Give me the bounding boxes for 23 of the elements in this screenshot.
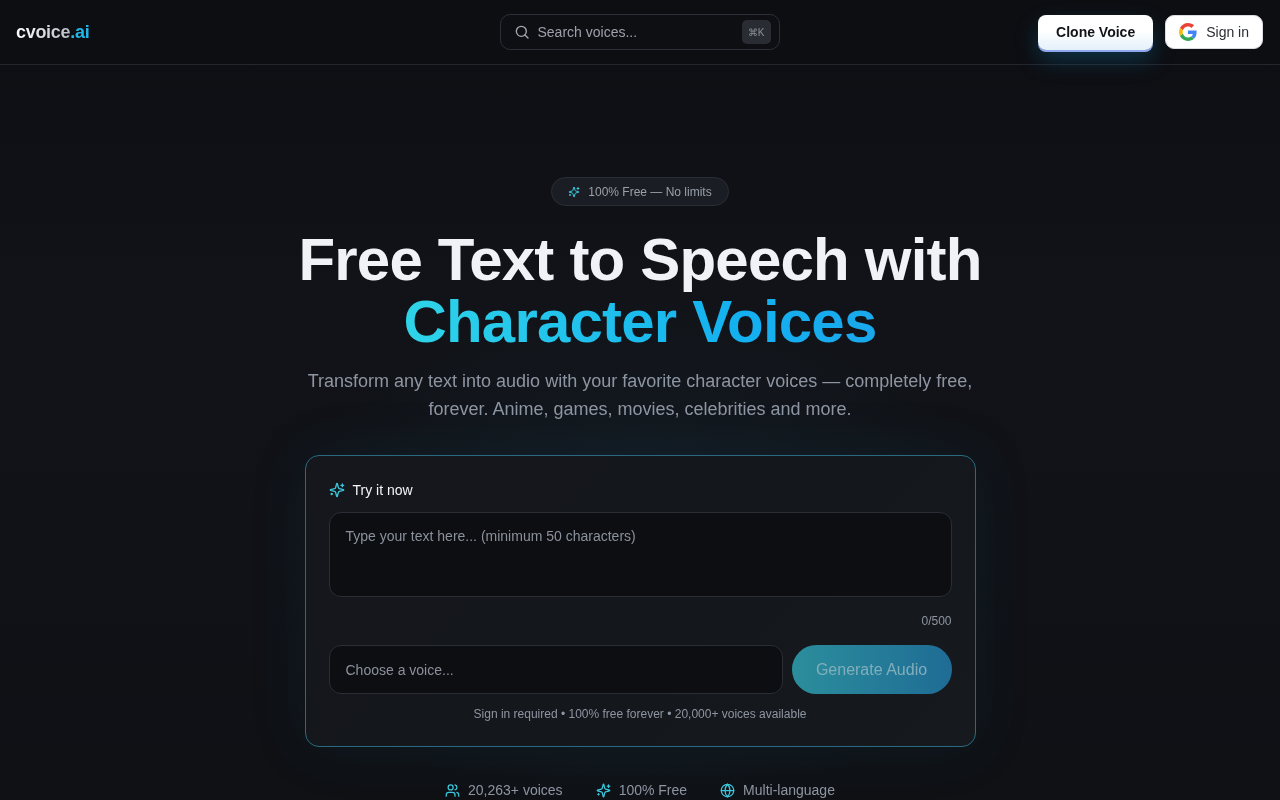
stat-label: Multi-language — [743, 781, 835, 800]
search-input[interactable]: Search voices... — [537, 24, 734, 40]
clone-voice-button[interactable]: Clone Voice — [1038, 14, 1154, 50]
badge-text: 100% Free — No limits — [588, 184, 712, 199]
sparkle-icon — [328, 482, 345, 498]
users-icon — [445, 782, 461, 798]
sign-in-note: Sign in required • 100% free forever • 20,000+ voices available — [473, 706, 807, 722]
character-counter: 0/500 — [921, 613, 952, 629]
stat-label: 20,263+ voices — [468, 781, 563, 800]
hero-title: Free Text to Speech with — [298, 229, 982, 291]
sign-in-button[interactable]: Sign in — [1165, 15, 1263, 49]
text-input-area[interactable]: Type your text here... (minimum 50 characters) — [328, 512, 952, 597]
search-icon — [513, 24, 530, 40]
sparkle-icon — [595, 782, 611, 798]
voice-select-field[interactable]: Choose a voice... — [328, 645, 783, 694]
shortcut-key: ⌘K — [741, 20, 771, 44]
google-g-icon — [1179, 23, 1198, 41]
search-bar[interactable]: Search voices... ⌘K — [499, 14, 780, 50]
card-title: Try it now — [352, 482, 413, 498]
globe-icon — [720, 782, 736, 798]
hero-subtitle: Transform any text into audio with your favorite character voices — completely free, forever. Anime, games, movies, celebrities and more. — [306, 370, 974, 421]
stat-label: 100% Free — [618, 781, 688, 800]
sparkle-icon — [568, 185, 581, 198]
